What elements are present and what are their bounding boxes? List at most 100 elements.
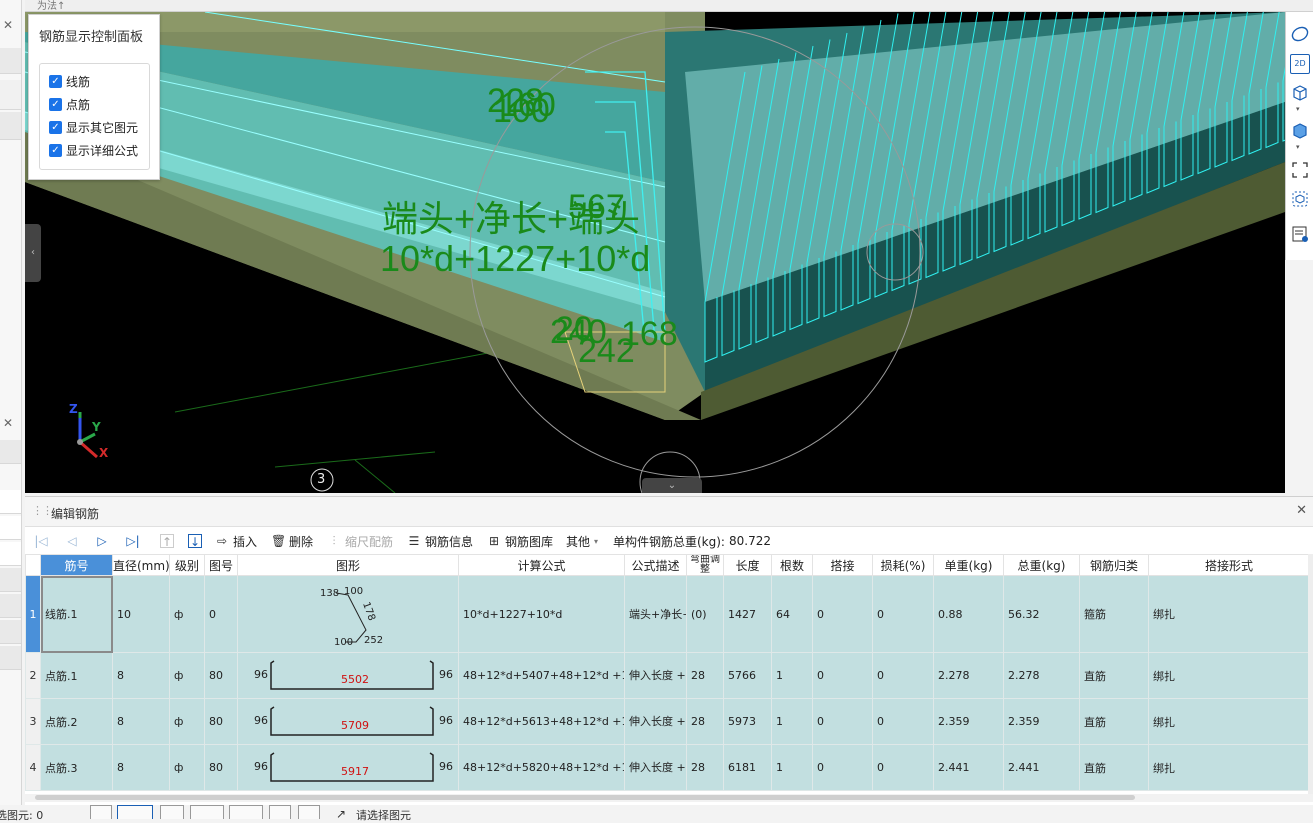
view-3d-icon[interactable]: [1290, 82, 1310, 102]
cell-lap-type[interactable]: 绑扎: [1148, 698, 1310, 745]
cell-length[interactable]: 5766: [723, 652, 772, 699]
side-panel-item[interactable]: [0, 112, 21, 140]
col-header-bend-adjust[interactable]: 弯曲调整: [686, 554, 724, 576]
option-show-other-elements[interactable]: ✓ 显示其它图元: [49, 118, 138, 136]
dropdown-arrow-icon[interactable]: ▾: [1296, 143, 1300, 151]
cell-shape[interactable]: 96 96 5709: [237, 698, 459, 745]
cell-figure-no[interactable]: 80: [204, 652, 238, 699]
cell-formula[interactable]: 48+12*d+5820+48+12*d +12.5*d: [458, 744, 625, 791]
cell-shape[interactable]: 138 100 178 100 252: [237, 575, 459, 653]
cell-unit-weight[interactable]: 2.278: [933, 652, 1004, 699]
col-header-total-weight[interactable]: 总重(kg): [1003, 554, 1080, 576]
cell-count[interactable]: 1: [771, 744, 813, 791]
close-icon[interactable]: ✕: [1296, 503, 1307, 518]
checkbox-checked-icon[interactable]: ✓: [49, 143, 62, 157]
scrollbar-thumb[interactable]: [35, 795, 1135, 800]
cell-figure-no[interactable]: 80: [204, 744, 238, 791]
cell-total-weight[interactable]: 2.278: [1003, 652, 1080, 699]
cell-grade[interactable]: ф: [169, 575, 205, 653]
col-header-loss[interactable]: 损耗(%): [872, 554, 934, 576]
cell-shape[interactable]: 96 96 5502: [237, 652, 459, 699]
side-panel-item[interactable]: [0, 516, 21, 540]
col-header-lap-type[interactable]: 搭接形式: [1148, 554, 1310, 576]
rebar-library-button[interactable]: ⊞ 钢筋图库: [487, 532, 553, 550]
cell-length[interactable]: 1427: [723, 575, 772, 653]
cell-lap[interactable]: 0: [812, 575, 873, 653]
cell-formula-desc[interactable]: 端头+净长+端头: [624, 575, 687, 653]
cell-formula[interactable]: 48+12*d+5613+48+12*d +12.5*d: [458, 698, 625, 745]
col-header-count[interactable]: 根数: [771, 554, 813, 576]
side-panel-item[interactable]: [0, 48, 21, 74]
view-2d-icon[interactable]: 2D: [1290, 54, 1310, 74]
cell-bar-name[interactable]: 线筋.1: [40, 575, 113, 653]
3d-scene[interactable]: [25, 12, 1285, 493]
drag-handle-icon[interactable]: ⋮⋮: [32, 504, 53, 517]
table-row[interactable]: 4 点筋.3 8 ф 80 96 96 5917 48+12*d+5820+48…: [25, 744, 1310, 791]
vertical-scrollbar[interactable]: [1308, 554, 1313, 794]
cell-count[interactable]: 1: [771, 698, 813, 745]
cell-bar-name[interactable]: 点筋.3: [40, 744, 113, 791]
cell-grade[interactable]: ф: [169, 744, 205, 791]
checkbox-checked-icon[interactable]: ✓: [49, 120, 62, 134]
cell-lap[interactable]: 0: [812, 744, 873, 791]
collapse-bottom-handle[interactable]: ⌄: [642, 478, 702, 493]
select-mode-button[interactable]: [117, 805, 153, 819]
side-panel-item[interactable]: [0, 440, 21, 464]
cell-count[interactable]: 1: [771, 652, 813, 699]
cross-select-button[interactable]: [160, 805, 184, 819]
col-header-lap[interactable]: 搭接: [812, 554, 873, 576]
cell-grade[interactable]: ф: [169, 652, 205, 699]
cell-unit-weight[interactable]: 2.441: [933, 744, 1004, 791]
cell-total-weight[interactable]: 2.359: [1003, 698, 1080, 745]
properties-icon[interactable]: [1290, 224, 1310, 244]
cell-lap-type[interactable]: 绑扎: [1148, 744, 1310, 791]
checkbox-checked-icon[interactable]: ✓: [49, 97, 62, 111]
cell-lap-type[interactable]: 绑扎: [1148, 652, 1310, 699]
fullscreen-icon[interactable]: [1290, 160, 1310, 180]
cell-lap-type[interactable]: 绑扎: [1148, 575, 1310, 653]
cell-diameter[interactable]: 10: [112, 575, 170, 653]
cell-category[interactable]: 直筋: [1079, 744, 1149, 791]
cell-bar-name[interactable]: 点筋.2: [40, 698, 113, 745]
horizontal-scrollbar[interactable]: [25, 794, 1313, 802]
table-row[interactable]: 1 线筋.1 10 ф 0 138 100 178 100 252 10*d+1…: [25, 575, 1310, 653]
cell-total-weight[interactable]: 56.32: [1003, 575, 1080, 653]
cell-category[interactable]: 箍筋: [1079, 575, 1149, 653]
side-panel-item[interactable]: [0, 490, 21, 514]
move-up-icon[interactable]: ↑: [160, 534, 174, 549]
move-down-icon[interactable]: ↓: [188, 534, 202, 549]
cell-diameter[interactable]: 8: [112, 652, 170, 699]
insert-button[interactable]: ⇨ 插入: [215, 532, 257, 550]
rebar-info-button[interactable]: ☰ 钢筋信息: [407, 532, 473, 550]
component-view-icon[interactable]: [1290, 189, 1310, 209]
cell-formula-desc[interactable]: 伸入长度 +弯折…: [624, 652, 687, 699]
cell-unit-weight[interactable]: 0.88: [933, 575, 1004, 653]
option-show-detailed-formula[interactable]: ✓ 显示详细公式: [49, 141, 138, 159]
close-icon[interactable]: ✕: [3, 18, 13, 32]
cell-category[interactable]: 直筋: [1079, 698, 1149, 745]
cell-figure-no[interactable]: 80: [204, 698, 238, 745]
snap-mode-button[interactable]: [90, 805, 112, 819]
cell-shape[interactable]: 96 96 5917: [237, 744, 459, 791]
cell-formula-desc[interactable]: 伸入长度 +弯折…: [624, 744, 687, 791]
row-number[interactable]: 4: [25, 744, 41, 791]
cell-bend-adjust[interactable]: 28: [686, 652, 724, 699]
side-panel-item[interactable]: [0, 80, 21, 110]
angle-tool-button[interactable]: [190, 805, 224, 819]
col-header-grade[interactable]: 级别: [169, 554, 205, 576]
cell-unit-weight[interactable]: 2.359: [933, 698, 1004, 745]
side-panel-item[interactable]: [0, 568, 21, 592]
rotate-tool-button[interactable]: [298, 805, 320, 819]
cell-loss[interactable]: 0: [872, 575, 934, 653]
first-record-icon[interactable]: |◁: [34, 534, 48, 548]
other-dropdown[interactable]: 其他 ▾: [566, 532, 598, 550]
cell-length[interactable]: 5973: [723, 698, 772, 745]
cell-length[interactable]: 6181: [723, 744, 772, 791]
collapse-left-handle[interactable]: ‹: [25, 224, 41, 282]
cell-figure-no[interactable]: 0: [204, 575, 238, 653]
col-header-figure-no[interactable]: 图号: [204, 554, 238, 576]
copy-tool-button[interactable]: [269, 805, 291, 819]
col-header-shape[interactable]: 图形: [237, 554, 459, 576]
side-panel-item[interactable]: [0, 646, 21, 670]
cell-loss[interactable]: 0: [872, 698, 934, 745]
